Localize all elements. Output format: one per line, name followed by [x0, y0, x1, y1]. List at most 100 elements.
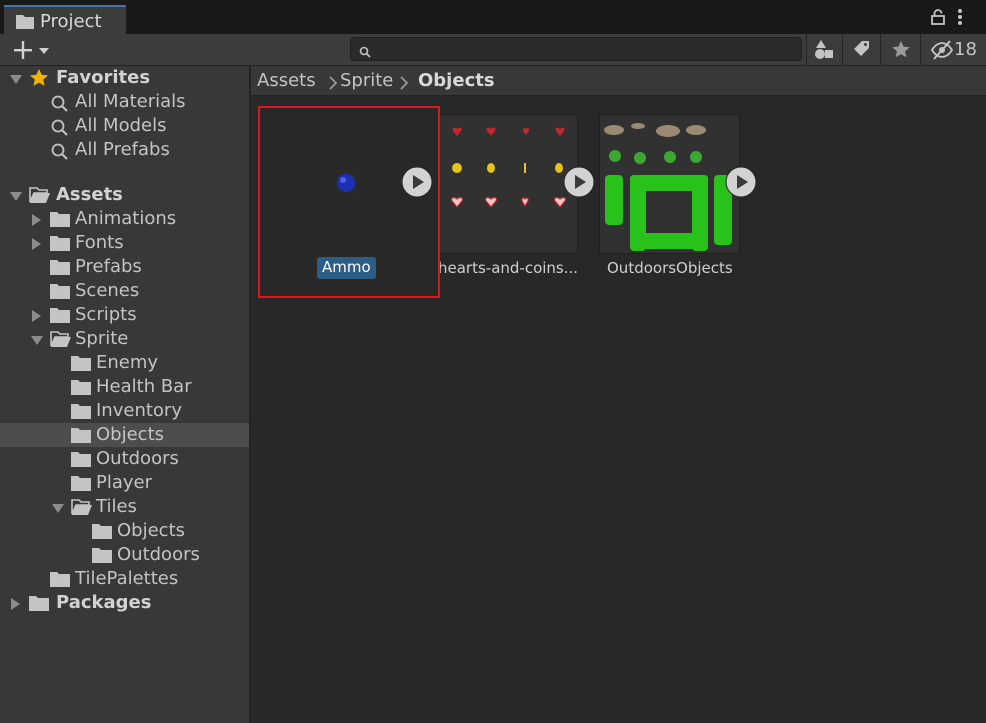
search-icon [50, 94, 68, 116]
tree-item-scenes[interactable]: Scenes [0, 279, 249, 303]
outdoors-objects-sprite-preview [604, 123, 732, 251]
expand-arrow-icon[interactable] [32, 238, 41, 250]
favorites-button[interactable] [884, 37, 916, 63]
tree-label: Outdoors [117, 544, 200, 565]
play-button[interactable] [725, 166, 757, 198]
asset-label: OutdoorsObjects [607, 259, 733, 277]
tree-item-outdoors[interactable]: Outdoors [0, 447, 249, 471]
tree-label: Fonts [75, 232, 124, 253]
folder-icon [50, 235, 70, 255]
folder-icon [50, 211, 70, 231]
tree-item-packages[interactable]: Packages [0, 591, 249, 615]
toolbar-separator [920, 34, 921, 66]
expand-arrow-icon[interactable] [10, 75, 22, 84]
search-icon [359, 43, 371, 62]
tree-label: Tiles [96, 496, 137, 517]
search-by-label-button[interactable] [845, 37, 877, 63]
tree-label: All Models [75, 115, 167, 136]
tree-item-tiles-objects[interactable]: Objects [0, 519, 249, 543]
kebab-menu-icon[interactable] [956, 8, 964, 30]
breadcrumb-sprite[interactable]: Sprite [340, 70, 393, 91]
tree-label: Player [96, 472, 153, 493]
tree-label: All Prefabs [75, 139, 170, 160]
tree-label: Objects [117, 520, 186, 541]
tree-item-all-models[interactable]: All Models [0, 114, 249, 138]
play-icon [563, 166, 595, 198]
play-icon [401, 166, 433, 198]
tree-item-player[interactable]: Player [0, 471, 249, 495]
tree-label: Favorites [56, 67, 151, 88]
lock-icon[interactable] [930, 9, 946, 29]
asset-label-ammo: Ammo [317, 257, 376, 279]
chevron-right-icon [399, 75, 409, 94]
tree-item-favorites[interactable]: Favorites [0, 66, 249, 90]
tree-label: Assets [56, 184, 123, 205]
folder-icon [50, 571, 70, 591]
toolbar: 18 [0, 34, 986, 66]
tree-item-health-bar[interactable]: Health Bar [0, 375, 249, 399]
tab-bar: Project [0, 0, 986, 34]
tree-item-inventory[interactable]: Inventory [0, 399, 249, 423]
tree-item-prefabs[interactable]: Prefabs [0, 255, 249, 279]
tree-item-assets[interactable]: Assets [0, 183, 249, 207]
tree-label: Packages [56, 592, 152, 613]
folder-icon [29, 595, 49, 615]
tree-item-fonts[interactable]: Fonts [0, 231, 249, 255]
breadcrumb-objects[interactable]: Objects [418, 70, 495, 91]
tree-item-enemy[interactable]: Enemy [0, 351, 249, 375]
tree-item-all-prefabs[interactable]: All Prefabs [0, 138, 249, 162]
star-icon [29, 68, 49, 92]
folder-icon [92, 547, 112, 567]
chevron-right-icon [328, 75, 338, 94]
breadcrumb-assets[interactable]: Assets [257, 70, 316, 91]
tree-label: Animations [75, 208, 177, 229]
project-window: Project 18 Favorites All Materials All M… [0, 0, 986, 723]
folder-open-icon [29, 187, 51, 208]
tree-item-objects-selected[interactable]: Objects [0, 423, 249, 447]
tree-item-tiles-outdoors[interactable]: Outdoors [0, 543, 249, 567]
folder-icon [71, 427, 91, 447]
asset-thumbnail [599, 114, 740, 254]
expand-arrow-icon[interactable] [32, 310, 41, 322]
expand-arrow-icon[interactable] [11, 598, 20, 610]
folder-tree: Favorites All Materials All Models All P… [0, 66, 249, 723]
create-button[interactable] [8, 38, 54, 62]
hearts-and-coins-sprite-preview [450, 127, 567, 208]
tree-item-animations[interactable]: Animations [0, 207, 249, 231]
folder-open-icon [71, 499, 93, 520]
tree-label: Inventory [96, 400, 182, 421]
expand-arrow-icon[interactable] [10, 192, 22, 201]
folder-icon [71, 475, 91, 495]
tab-label: Project [40, 11, 102, 32]
folder-icon [71, 403, 91, 423]
search-icon [50, 118, 68, 140]
play-icon [725, 166, 757, 198]
search-by-type-button[interactable] [808, 37, 840, 63]
search-input[interactable] [350, 37, 802, 61]
tree-label: Scenes [75, 280, 140, 301]
play-button[interactable] [563, 166, 595, 198]
expand-arrow-icon[interactable] [32, 214, 41, 226]
tree-label: Scripts [75, 304, 137, 325]
tree-item-tilepalettes[interactable]: TilePalettes [0, 567, 249, 591]
expand-arrow-icon[interactable] [31, 336, 43, 345]
hidden-packages-toggle[interactable]: 18 [928, 37, 982, 63]
tree-label: Sprite [75, 328, 129, 349]
folder-icon [50, 283, 70, 303]
expand-arrow-icon[interactable] [52, 504, 64, 513]
toolbar-separator [806, 34, 807, 66]
tree-item-sprite[interactable]: Sprite [0, 327, 249, 351]
favorites-star-icon [892, 41, 910, 58]
hidden-packages-count: 18 [954, 39, 977, 60]
tree-label: All Materials [75, 91, 186, 112]
tree-item-scripts[interactable]: Scripts [0, 303, 249, 327]
tree-label: TilePalettes [75, 568, 179, 589]
tab-project[interactable]: Project [4, 5, 126, 34]
play-button[interactable] [401, 166, 433, 198]
folder-icon [71, 451, 91, 471]
tree-item-all-materials[interactable]: All Materials [0, 90, 249, 114]
tree-item-tiles[interactable]: Tiles [0, 495, 249, 519]
plus-icon [14, 41, 32, 59]
hidden-packages-icon [930, 40, 954, 60]
folder-icon [16, 14, 34, 33]
